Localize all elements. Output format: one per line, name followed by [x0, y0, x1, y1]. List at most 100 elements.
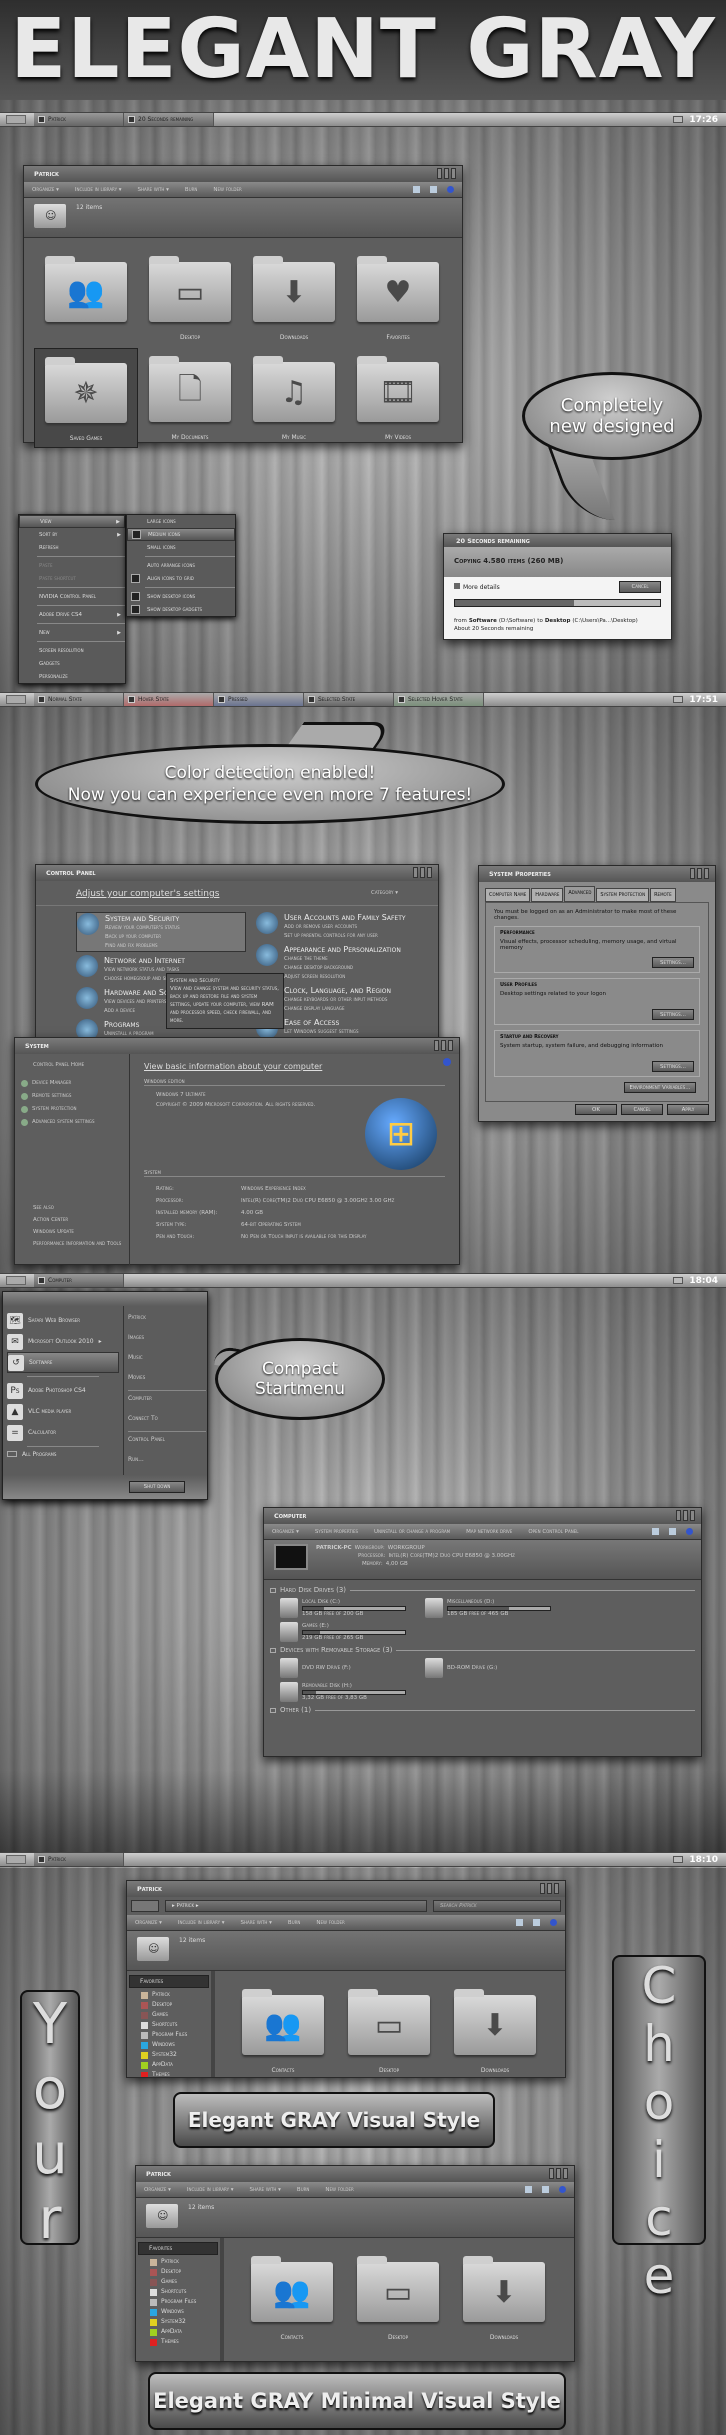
- command-button[interactable]: System properties: [315, 1529, 358, 1535]
- environment-variables-button[interactable]: Environment Variables...: [624, 1082, 696, 1093]
- menu-item[interactable]: Adobe Drive CS4 ▶: [19, 608, 125, 621]
- command-button[interactable]: New folder: [325, 2187, 353, 2193]
- command-button[interactable]: Burn: [288, 1920, 300, 1926]
- close-button[interactable]: [451, 168, 456, 179]
- address-bar[interactable]: ▸ Patrick ▸: [165, 1900, 427, 1912]
- command-button[interactable]: Include in library ▾: [187, 2187, 234, 2193]
- minimize-button[interactable]: [413, 867, 418, 878]
- start-button[interactable]: [6, 115, 26, 124]
- drive-group-header[interactable]: Devices with Removable Storage (3): [270, 1646, 695, 1654]
- menu-item[interactable]: Show desktop icons: [127, 590, 235, 603]
- nav-item[interactable]: Themes: [138, 2337, 218, 2347]
- nav-item[interactable]: AppData: [129, 2060, 209, 2070]
- drive-group-header[interactable]: Hard Disk Drives (3): [270, 1586, 695, 1594]
- system-task-link[interactable]: Advanced system settings: [21, 1119, 123, 1126]
- drive-group-header[interactable]: Other (1): [270, 1706, 695, 1714]
- start-menu-item[interactable]: 🗺 Safari Web Browser: [7, 1310, 119, 1331]
- cancel-button[interactable]: Cancel: [619, 581, 661, 593]
- taskbar-button[interactable]: Pressed: [214, 693, 304, 706]
- show-desktop-icon[interactable]: [673, 696, 684, 703]
- nav-item[interactable]: Desktop: [129, 2000, 209, 2010]
- category-link[interactable]: Back up your computer: [105, 933, 180, 942]
- menu-item[interactable]: NVIDIA Control Panel: [19, 590, 125, 603]
- folder-item[interactable]: ⬇ Downloads: [452, 2248, 556, 2348]
- folder-item[interactable]: 👥 Contacts: [231, 1981, 335, 2077]
- command-button[interactable]: Burn: [297, 2187, 309, 2193]
- help-icon[interactable]: [443, 1058, 451, 1066]
- shutdown-button[interactable]: Shut down: [129, 1481, 185, 1493]
- command-button[interactable]: Uninstall or change a program: [374, 1529, 450, 1535]
- drive-item[interactable]: DVD RW Drive (F:): [280, 1656, 425, 1680]
- nav-item[interactable]: Shortcuts: [129, 2020, 209, 2030]
- category-title[interactable]: Appearance and Personalization: [284, 944, 401, 955]
- category-link[interactable]: Add or remove user accounts: [284, 923, 406, 932]
- see-also-link[interactable]: Action Center: [33, 1214, 121, 1226]
- minimize-button[interactable]: [437, 168, 442, 179]
- category-link[interactable]: Find and fix problems: [105, 942, 180, 951]
- drive-item[interactable]: Local Disk (C:) 158 GB free of 200 GB: [280, 1596, 425, 1620]
- folder-item[interactable]: 🗋 My Documents: [138, 348, 242, 448]
- folder-item[interactable]: ▭ Desktop: [346, 2248, 450, 2348]
- view-options-icon[interactable]: [516, 1919, 523, 1926]
- control-panel-home-link[interactable]: Control Panel Home: [21, 1062, 123, 1068]
- menu-item[interactable]: Sort by ▶: [19, 528, 125, 541]
- start-menu-link[interactable]: Computer: [128, 1395, 206, 1415]
- taskbar-button[interactable]: Hover State: [124, 693, 214, 706]
- view-by-dropdown[interactable]: Category ▾: [371, 889, 398, 899]
- drive-item[interactable]: Games (E:) 219 GB free of 265 GB: [280, 1620, 425, 1644]
- start-button[interactable]: [6, 1855, 26, 1864]
- nav-item[interactable]: Games: [129, 2010, 209, 2020]
- start-menu-link[interactable]: Movies: [128, 1374, 206, 1394]
- maximize-button[interactable]: [697, 868, 702, 879]
- folder-item[interactable]: ▭ Desktop: [138, 248, 242, 348]
- see-also-link[interactable]: Windows Update: [33, 1226, 121, 1238]
- command-button[interactable]: Share with ▾: [138, 187, 169, 193]
- nav-item[interactable]: Shortcuts: [138, 2287, 218, 2297]
- nav-item[interactable]: Patrick: [138, 2257, 218, 2267]
- ok-button[interactable]: OK: [575, 1104, 617, 1115]
- apply-button[interactable]: Apply: [667, 1104, 709, 1115]
- command-button[interactable]: Organize ▾: [135, 1920, 162, 1926]
- menu-item[interactable]: Show desktop gadgets: [127, 603, 235, 616]
- command-button[interactable]: New folder: [316, 1920, 344, 1926]
- see-also-link[interactable]: Performance Information and Tools: [33, 1238, 121, 1250]
- help-icon[interactable]: [559, 2186, 566, 2193]
- minimize-button[interactable]: [434, 1040, 439, 1051]
- folder-item[interactable]: ♥ Favorites: [346, 248, 450, 348]
- info-value[interactable]: Windows Experience Index: [241, 1183, 306, 1195]
- start-menu-item[interactable]: Ps Adobe Photoshop CS4: [7, 1380, 119, 1401]
- drive-item[interactable]: BD-ROM Drive (G:): [425, 1656, 570, 1680]
- close-button[interactable]: [690, 1510, 695, 1521]
- taskbar-button[interactable]: Selected State: [304, 693, 394, 706]
- folder-item[interactable]: 👥 Contacts: [240, 2248, 344, 2348]
- nav-item[interactable]: Desktop: [138, 2267, 218, 2277]
- folder-item[interactable]: ♫ My Music: [242, 348, 346, 448]
- preview-pane-icon[interactable]: [542, 2186, 549, 2193]
- category-title[interactable]: Programs: [104, 1019, 154, 1030]
- category-link[interactable]: Let Windows suggest settings: [284, 1028, 358, 1037]
- maximize-button[interactable]: [420, 867, 425, 878]
- start-menu-link[interactable]: Connect To: [128, 1415, 206, 1435]
- command-button[interactable]: Organize ▾: [272, 1529, 299, 1535]
- maximize-button[interactable]: [556, 2168, 561, 2179]
- back-forward-buttons[interactable]: [131, 1900, 159, 1912]
- category-link[interactable]: Review your computer's status: [105, 924, 180, 933]
- category-link[interactable]: Change display language: [284, 1005, 391, 1014]
- menu-item[interactable]: Gadgets: [19, 657, 125, 670]
- search-input[interactable]: Search Patrick: [433, 1900, 561, 1912]
- nav-item[interactable]: Patrick: [129, 1990, 209, 2000]
- cancel-button[interactable]: Cancel: [621, 1104, 663, 1115]
- tab[interactable]: Hardware: [531, 888, 564, 902]
- settings-button[interactable]: Settings...: [652, 957, 694, 968]
- menu-item[interactable]: Paste: [19, 559, 125, 572]
- start-menu-link[interactable]: Music: [128, 1354, 206, 1374]
- close-button[interactable]: [448, 1040, 453, 1051]
- menu-item[interactable]: Paste shortcut: [19, 572, 125, 585]
- drive-item[interactable]: Miscellaneous (D:) 185 GB free of 465 GB: [425, 1596, 570, 1620]
- command-button[interactable]: Organize ▾: [32, 187, 59, 193]
- menu-item[interactable]: New ▶: [19, 626, 125, 639]
- start-menu-link[interactable]: Patrick: [128, 1314, 206, 1334]
- view-options-icon[interactable]: [652, 1528, 659, 1535]
- close-button[interactable]: [704, 868, 709, 879]
- tab[interactable]: Remote: [650, 888, 676, 902]
